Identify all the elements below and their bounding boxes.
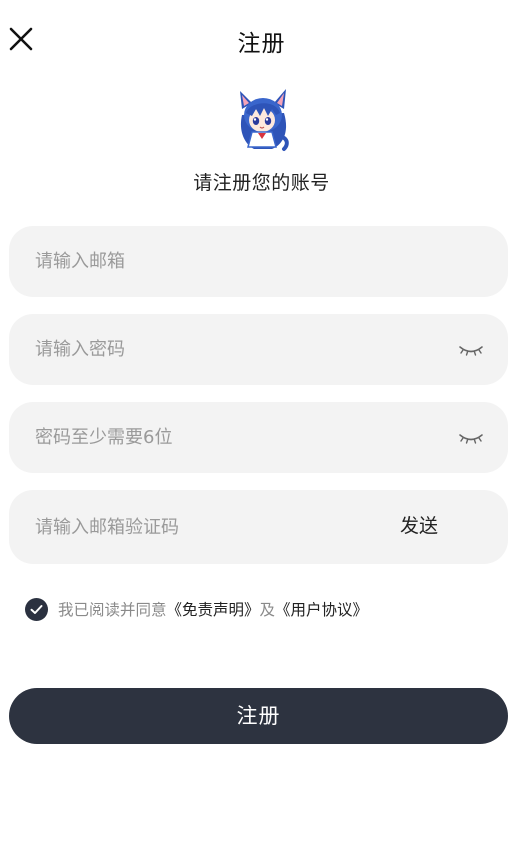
mascot-avatar [232,85,294,153]
eye-closed-icon [459,346,483,356]
register-subtitle: 请注册您的账号 [193,172,330,194]
agreement-row: 我已阅读并同意《免责声明》及《用户协议》 [25,596,368,622]
password-visibility-toggle[interactable] [458,340,484,360]
agreement-text: 我已阅读并同意《免责声明》及《用户协议》 [58,598,368,620]
register-button[interactable]: 注册 [9,688,508,744]
checkmark-icon [30,604,43,614]
agreement-checkbox[interactable] [25,597,48,621]
send-code-button[interactable]: 发送 [400,490,438,564]
confirm-password-visibility-toggle[interactable] [458,428,484,448]
verify-code-input[interactable] [35,490,415,564]
agreement-prefix: 我已阅读并同意 [58,601,167,619]
password-field-container [9,314,508,385]
disclaimer-link[interactable]: 《免责声明》 [167,601,260,619]
email-input[interactable] [35,226,415,297]
agreement-and: 及 [259,601,276,619]
eye-closed-icon [459,434,483,444]
email-field-container [9,226,508,297]
user-agreement-link[interactable]: 《用户协议》 [275,601,368,619]
page-title: 注册 [237,31,286,57]
confirm-password-input[interactable] [35,402,415,473]
password-input[interactable] [35,314,415,385]
verify-code-field-container: 发送 [9,490,508,564]
header: 注册 [0,0,523,80]
confirm-password-field-container [9,402,508,473]
